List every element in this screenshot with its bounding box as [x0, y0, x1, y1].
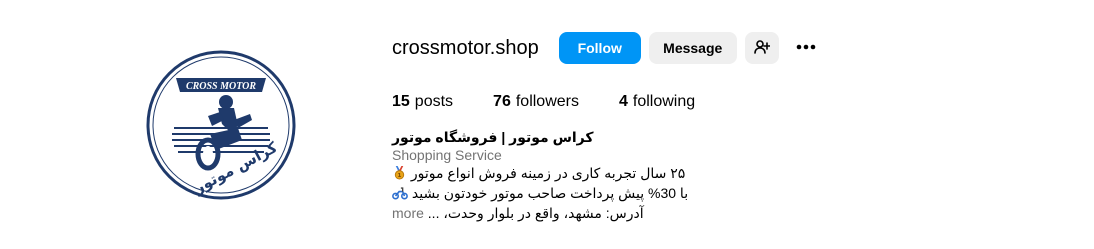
- bio-line-2: با 30% پیش پرداخت صاحب موتور خودتون بشید: [392, 184, 692, 204]
- followers-stat[interactable]: 76 followers: [493, 93, 579, 111]
- svg-text:1: 1: [398, 173, 402, 179]
- profile-bio: کراس موتور | فروشگاه موتور Shopping Serv…: [392, 128, 692, 222]
- posts-count: 15: [392, 93, 410, 110]
- message-button[interactable]: Message: [648, 32, 737, 64]
- more-options-icon: [794, 35, 818, 62]
- logo-top-text: CROSS MOTOR: [186, 81, 256, 92]
- bio-line-3-text: آدرس: مشهد، واقع در بلوار وحدت، ...: [427, 205, 644, 221]
- more-options-button[interactable]: [789, 32, 823, 64]
- bio-line-2-text: با 30% پیش پرداخت صاحب موتور خودتون بشید: [411, 185, 689, 201]
- medal-icon: 1: [392, 165, 407, 184]
- add-person-icon: [753, 39, 771, 58]
- bio-line-1-text: ۲۵ سال تجربه کاری در زمینه فروش انواع مو…: [410, 165, 686, 181]
- following-label: following: [632, 93, 696, 110]
- username: crossmotor.shop: [392, 37, 539, 59]
- category-label: Shopping Service: [392, 147, 502, 163]
- avatar[interactable]: CROSS MOTOR کراس موتور: [146, 50, 296, 200]
- motor-scooter-icon: [392, 185, 408, 204]
- followers-label: followers: [515, 93, 579, 110]
- follow-button[interactable]: Follow: [558, 32, 641, 64]
- bio-line-1: ۲۵ سال تجربه کاری در زمینه فروش انواع مو…: [392, 164, 692, 184]
- profile-stats: 15 posts 76 followers 4 following: [392, 91, 735, 113]
- following-stat[interactable]: 4 following: [619, 93, 695, 111]
- posts-stat: 15 posts: [392, 93, 453, 111]
- full-name: کراس موتور | فروشگاه موتور: [392, 129, 594, 145]
- posts-label: posts: [414, 93, 454, 110]
- following-count: 4: [618, 93, 628, 110]
- more-link[interactable]: more: [392, 205, 424, 221]
- bio-line-3: آدرس: مشهد، واقع در بلوار وحدت، ... more: [392, 204, 692, 222]
- cross-motor-logo: CROSS MOTOR کراس موتور: [146, 50, 296, 200]
- profile-header: crossmotor.shop Follow Message: [392, 30, 831, 66]
- suggest-accounts-button[interactable]: [744, 32, 779, 64]
- followers-count: 76: [493, 93, 511, 110]
